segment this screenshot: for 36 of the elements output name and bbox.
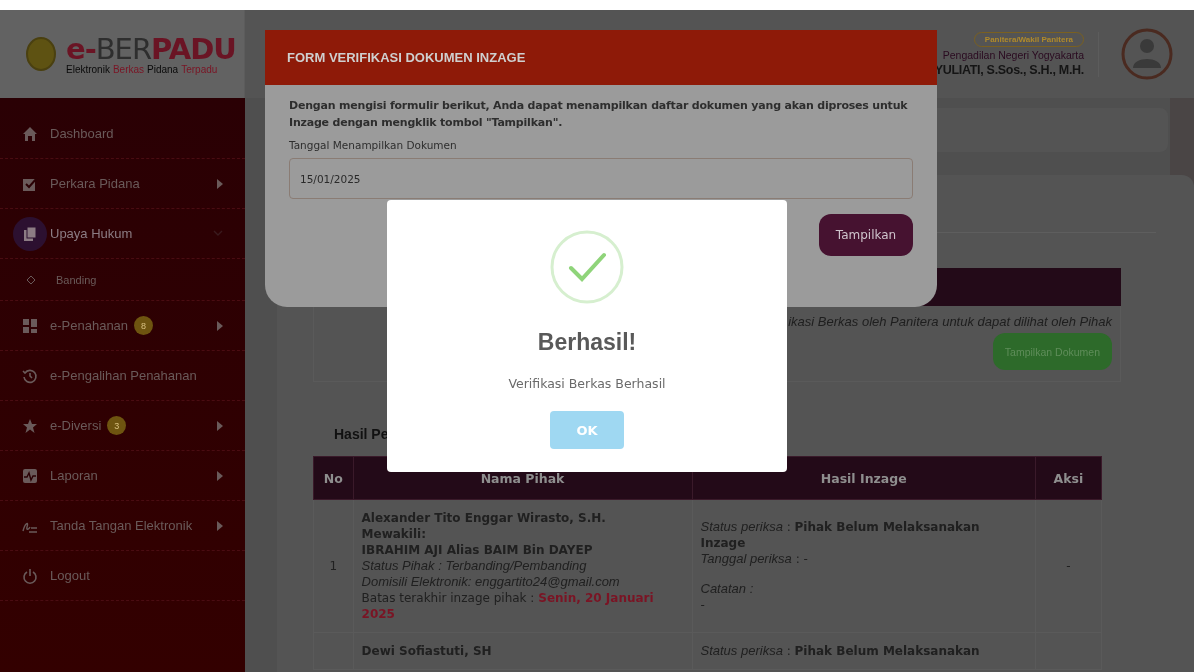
success-title: Berhasil! [537,329,637,356]
copy-icon [22,225,38,242]
ok-button[interactable]: OK [550,411,624,449]
section-title: Hasil Pe [334,426,389,442]
sidebar-item[interactable]: e-Penahanan 8 [0,301,245,351]
show-button[interactable]: Tampilkan [819,214,913,256]
sidebar-item[interactable]: Upaya Hukum [0,209,245,259]
caret-right-icon [217,470,223,481]
home-icon [22,125,38,142]
caret-right-icon [217,420,223,431]
avatar-icon[interactable] [1121,28,1173,80]
power-icon [22,567,38,584]
star-icon [22,417,38,434]
column-header: No [313,456,354,500]
app-tagline: Elektronik Berkas Pidana Terpadu [66,63,219,75]
success-check-icon [549,229,625,305]
count-badge: 3 [107,416,127,435]
caret-right-icon [217,520,223,531]
history-icon [22,367,38,384]
success-message: Verifikasi Berkas Berhasil [508,376,666,391]
dialog-intro: Dengan mengisi formulir berikut, Anda dapat menampilkan daftar dokumen yang akan diproses untuk Inzage dengan mengklik tombol "Tampilkan". [289,98,909,131]
grid-icon [22,317,38,334]
user-name: YULIATI, S.Sos., S.H., M.H. [934,62,1084,77]
chevron-down-icon [213,228,223,238]
dialog-title: FORM VERIFIKASI DOKUMEN INZAGE [265,30,937,85]
count-badge: 8 [134,316,154,335]
date-field[interactable]: 15/01/2025 [289,158,913,199]
caret-right-icon [217,178,223,189]
field-label: Tanggal Menampilkan Dokumen [289,139,458,151]
seal-icon [26,37,56,71]
caret-right-icon [217,320,223,331]
chart-icon [22,467,38,484]
table-cell: - [1035,499,1102,633]
diamond-icon [26,274,36,285]
column-header: Aksi [1035,456,1102,500]
court-name: Pengadilan Negeri Yogyakarta [942,48,1084,61]
